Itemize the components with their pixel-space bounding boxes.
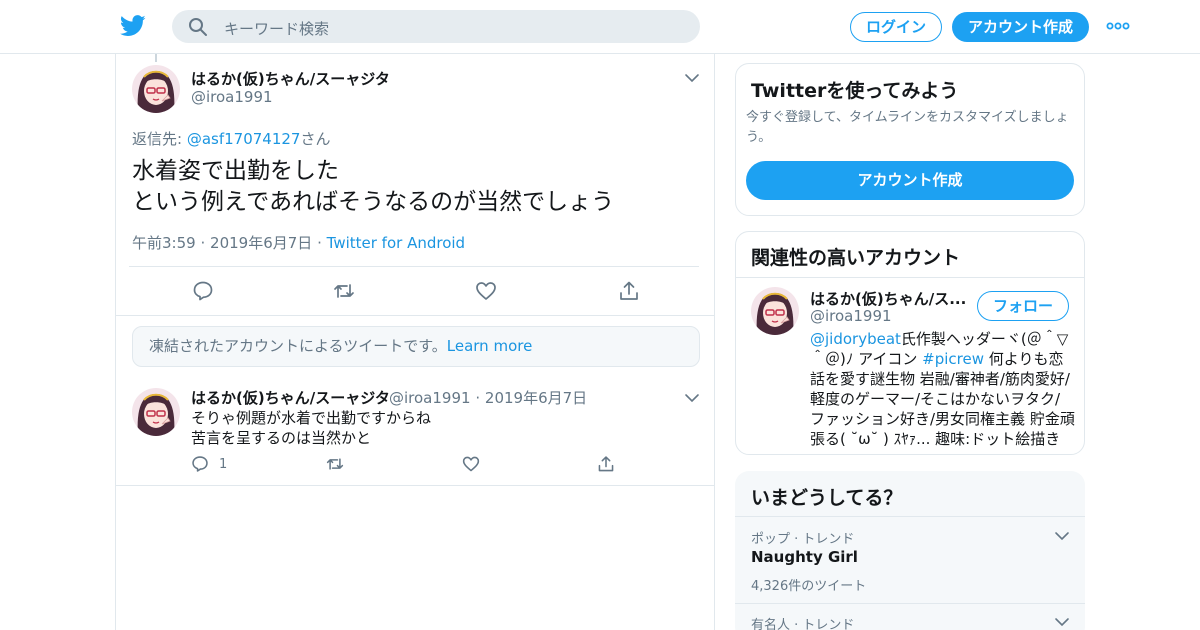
thread-connector <box>155 54 157 62</box>
trend-tweet-count: 4,326件のツイート <box>751 579 867 594</box>
share-icon[interactable] <box>618 280 640 302</box>
tweet-date[interactable]: 2019年6月7日 <box>485 389 587 407</box>
bio-hashtag-link[interactable]: #picrew <box>922 350 984 368</box>
replying-to: 返信先: @asf17074127さん <box>132 128 330 149</box>
top-bar: キーワード検索 ログイン アカウント作成 <box>0 0 1200 54</box>
trends-card: いまどうしてる？ ポップ · トレンド Naughty Girl 4,326件の… <box>735 471 1085 630</box>
related-account-bio: @jidorybeat氏作製ヘッダーヾ(＠＾▽＾＠)ﾉ アイコン #picrew… <box>810 329 1075 449</box>
tweet-text-line: 水着姿で出勤をした <box>132 158 339 184</box>
related-accounts-title: 関連性の高いアカウント <box>751 247 961 269</box>
chevron-down-icon[interactable] <box>1054 528 1070 544</box>
reply-header-meta: @iroa1991 · 2019年6月7日 <box>389 387 587 408</box>
tweet-author-handle[interactable]: @iroa1991 <box>191 88 273 106</box>
replying-to-handle-link[interactable]: @asf17074127 <box>187 130 301 148</box>
meta-separator: · <box>475 389 481 407</box>
tweet-author-name[interactable]: はるか(仮)ちゃん/スーャジタ <box>191 387 390 408</box>
share-icon[interactable] <box>597 455 615 473</box>
reply-icon[interactable] <box>192 280 214 302</box>
tweet-text: そりゃ例題が水着で出勤ですからね 苦言を呈するのは当然かと <box>191 408 431 448</box>
reply-count: 1 <box>219 457 228 472</box>
login-button[interactable]: ログイン <box>850 12 942 42</box>
signup-card-button[interactable]: アカウント作成 <box>746 161 1074 200</box>
meta-separator: · <box>200 234 206 252</box>
signup-card-description-line: 今すぐ登録して、タイムラインをカスタマイズしましょ <box>746 110 1069 125</box>
tweet-text-line: そりゃ例題が水着で出勤ですからね <box>191 409 432 427</box>
avatar[interactable] <box>751 287 799 335</box>
signup-card-title: Twitterを使ってみよう <box>751 80 959 102</box>
timeline-column: はるか(仮)ちゃん/スーャジタ @iroa1991 返信先: @asf17074… <box>115 54 715 630</box>
trend-category: 有名人 · トレンド <box>751 618 855 630</box>
tweet-time[interactable]: 午前3:59 <box>132 234 196 252</box>
retweet-icon[interactable] <box>326 455 344 473</box>
tweet-meta: 午前3:59 · 2019年6月7日 · Twitter for Android <box>132 232 465 253</box>
reply-icon[interactable] <box>191 455 209 473</box>
signup-card-description-line: う。 <box>746 130 772 145</box>
signup-button[interactable]: アカウント作成 <box>952 12 1089 42</box>
divider <box>736 277 1084 278</box>
follow-button[interactable]: フォロー <box>977 291 1069 321</box>
replying-to-prefix: 返信先: <box>132 130 187 148</box>
chevron-down-icon[interactable] <box>684 390 700 406</box>
retweet-icon[interactable] <box>333 280 355 302</box>
signup-card-description: 今すぐ登録して、タイムラインをカスタマイズしましょ う。 <box>746 108 1081 148</box>
replying-to-suffix: さん <box>300 130 331 148</box>
suspended-account-notice: 凍結されたアカウントによるツイートです。Learn more <box>132 326 700 367</box>
tweet-author-handle[interactable]: @iroa1991 <box>389 389 471 407</box>
signup-card: Twitterを使ってみよう 今すぐ登録して、タイムラインをカスタマイズしましょ… <box>735 63 1085 216</box>
avatar-image-icon <box>132 388 180 436</box>
divider <box>735 603 1085 604</box>
search-bar[interactable]: キーワード検索 <box>172 10 700 43</box>
chevron-down-icon[interactable] <box>1054 614 1070 630</box>
like-icon[interactable] <box>475 280 497 302</box>
avatar-image-icon <box>132 65 180 113</box>
search-icon <box>189 18 207 36</box>
more-dots-icon[interactable] <box>1106 16 1130 36</box>
trend-category: ポップ · トレンド <box>751 532 855 547</box>
search-input[interactable]: キーワード検索 <box>224 18 329 39</box>
avatar[interactable] <box>132 65 180 113</box>
trend-name[interactable]: Naughty Girl <box>751 548 858 566</box>
related-account-handle[interactable]: @iroa1991 <box>810 307 892 325</box>
divider <box>116 485 714 486</box>
bio-mention-link[interactable]: @jidorybeat <box>810 330 901 348</box>
trends-title: いまどうしてる？ <box>751 487 903 509</box>
divider <box>116 315 714 316</box>
divider <box>129 266 699 267</box>
twitter-logo-icon[interactable] <box>120 14 146 38</box>
divider <box>735 516 1085 517</box>
learn-more-link[interactable]: Learn more <box>447 337 533 355</box>
chevron-down-icon[interactable] <box>684 70 700 86</box>
tweet-author-name[interactable]: はるか(仮)ちゃん/スーャジタ <box>191 68 390 89</box>
tweet-text-line: という例えであればそうなるのが当然でしょう <box>132 189 615 215</box>
meta-separator: · <box>317 234 322 252</box>
tweet-text-line: 苦言を呈するのは当然かと <box>191 429 372 447</box>
related-account-name[interactable]: はるか(仮)ちゃん/ス... <box>810 288 966 309</box>
avatar[interactable] <box>132 388 180 436</box>
tweet-source-link[interactable]: Twitter for Android <box>327 234 465 252</box>
notice-text: 凍結されたアカウントによるツイートです。 <box>149 337 447 355</box>
related-accounts-card: 関連性の高いアカウント はるか(仮)ちゃん/ス... @iroa1991 フォロ… <box>735 231 1085 455</box>
tweet-date[interactable]: 2019年6月7日 <box>210 234 312 252</box>
like-icon[interactable] <box>462 455 480 473</box>
tweet-text: 水着姿で出勤をした という例えであればそうなるのが当然でしょう <box>132 156 614 218</box>
avatar-image-icon <box>751 287 799 335</box>
